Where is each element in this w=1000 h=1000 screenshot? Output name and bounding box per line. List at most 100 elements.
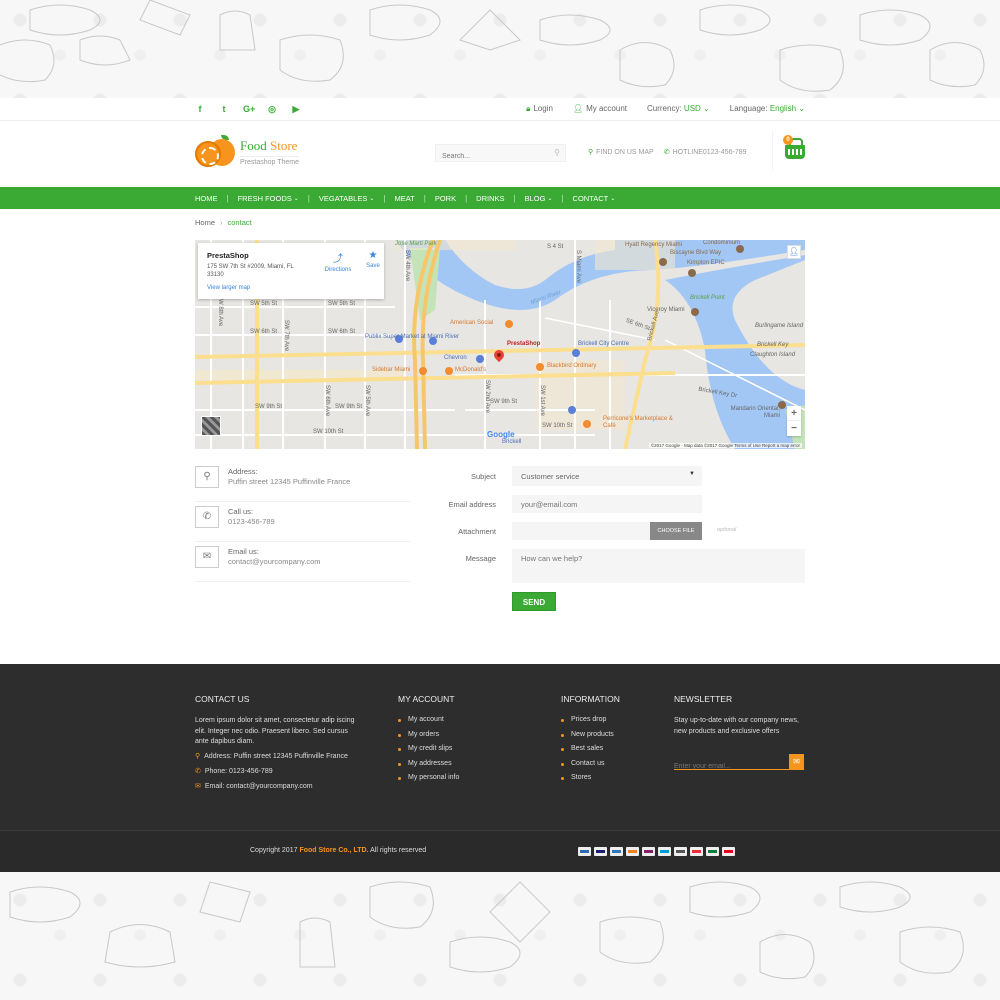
my-account-link[interactable]: 👤︎ My account (573, 104, 627, 114)
subject-select[interactable]: Customer service ▼ (512, 466, 702, 486)
maestro-icon (658, 847, 671, 856)
street-view-pegman-icon[interactable]: 👤︎ (787, 245, 801, 259)
nav-item-pork[interactable]: | PORK (415, 194, 456, 203)
mastercard-icon (722, 847, 735, 856)
attachment-label: Attachment (458, 527, 496, 536)
ebay-icon (690, 847, 703, 856)
map-label: Brickell City Centre (578, 341, 630, 347)
envelope-icon: ✉ (793, 757, 800, 766)
top-bar-right: 🔒︎ Login 👤︎ My account Currency: USD ⌄ Lan… (526, 104, 805, 114)
social-links: f t G+ ◎ ▶ (195, 104, 301, 115)
map-label: Chevron (444, 355, 467, 361)
nav-separator: | (513, 193, 516, 203)
google-map[interactable]: Jose Marti Park Hyatt Regency Miami Cond… (195, 240, 805, 449)
footer-link-my-credit-slips[interactable]: My credit slips (398, 745, 459, 752)
email-field[interactable] (512, 495, 702, 513)
map-label: Perricone's Marketplace & Café (603, 416, 673, 429)
map-label: SW 1st Ave (539, 385, 545, 416)
breadcrumb-home[interactable]: Home (195, 218, 215, 227)
map-label: Kimpton EPIC (687, 260, 725, 266)
subject-label: Subject (470, 472, 496, 481)
nav-item-home[interactable]: HOME (195, 194, 218, 203)
map-label: Burlingame Island (755, 323, 804, 329)
map-card-title: PrestaShop (207, 251, 249, 260)
contact-info: ⚲ Address: Puffin street 12345 Puffinvil… (195, 462, 410, 582)
directions-button[interactable]: ⤴ Directions (318, 250, 358, 273)
footer-link-best-sales[interactable]: Best sales (561, 745, 620, 752)
google-logo: Google (487, 430, 515, 439)
nav-item-blog[interactable]: | BLOG ⌄ (505, 194, 553, 203)
map-marker-icon: ⚲ (195, 752, 201, 760)
top-bar: f t G+ ◎ ▶ 🔒︎ Login 👤︎ My account Currency… (0, 98, 1000, 121)
footer-link-new-products[interactable]: New products (561, 731, 620, 738)
footer-link-my-orders[interactable]: My orders (398, 731, 459, 738)
copyright-brand-link[interactable]: Food Store Co., LTD. (299, 847, 368, 854)
instagram-icon[interactable]: ◎ (267, 104, 277, 115)
contact-info-value[interactable]: contact@yourcompany.com (228, 557, 321, 566)
cart-button[interactable]: 0 (772, 131, 805, 171)
footer-bottom: Copyright 2017 Food Store Co., LTD. All … (0, 830, 1000, 872)
footer-link-my-account[interactable]: My account (398, 716, 459, 723)
footer-link-my-personal-info[interactable]: My personal info (398, 774, 459, 781)
nav-item-meat[interactable]: | MEAT (374, 194, 414, 203)
map-label: Publix Super Market at Miami River (365, 334, 460, 340)
map-label: SW 8th Ave (217, 295, 223, 327)
footer-link-contact-us[interactable]: Contact us (561, 760, 620, 767)
map-card-address: 175 SW 7th St #2009, Miami, FL 33130 (207, 264, 294, 278)
twitter-icon[interactable]: t (219, 104, 229, 115)
map-label: Claughton Island (750, 352, 796, 358)
logo[interactable]: Food Store Prestashop Theme (195, 135, 300, 169)
save-button[interactable]: ★ Save (363, 250, 383, 269)
nav-item-vegatables[interactable]: | VEGATABLES ⌄ (299, 194, 375, 203)
google-plus-icon[interactable]: G+ (243, 104, 255, 115)
nav-item-fresh-foods[interactable]: | FRESH FOODS ⌄ (218, 194, 299, 203)
search-icon[interactable]: ⚲ (554, 148, 560, 157)
choose-file-button[interactable]: CHOOSE FILE (650, 522, 702, 540)
copyright: Copyright 2017 Food Store Co., LTD. All … (250, 847, 427, 854)
contact-info-value: Puffin street 12345 Puffinville France (228, 477, 351, 486)
footer: CONTACT US Lorem ipsum dolor sit amet, c… (0, 664, 1000, 830)
search-input[interactable] (436, 148, 546, 165)
star-icon: ★ (368, 250, 378, 261)
contact-info-address: ⚲ Address: Puffin street 12345 Puffinvil… (195, 462, 410, 502)
chevron-down-icon: ⌄ (798, 104, 805, 113)
map-label: McDonald's (455, 367, 487, 373)
newsletter-submit-button[interactable]: ✉ (789, 754, 804, 769)
discover-icon (626, 847, 639, 856)
nav-separator: | (226, 193, 229, 203)
nav-item-label: BLOG (524, 193, 546, 203)
nav-item-drinks[interactable]: | DRINKS (456, 194, 504, 203)
zoom-in-button[interactable]: + (787, 406, 801, 421)
youtube-icon[interactable]: ▶ (291, 104, 301, 115)
attachment-field[interactable] (512, 522, 650, 540)
footer-link-my-addresses[interactable]: My addresses (398, 760, 459, 767)
satellite-toggle[interactable] (201, 416, 221, 436)
footer-contact-text: Lorem ipsum dolor sit amet, consectetur … (195, 717, 355, 745)
map-label: SW 10th St (313, 429, 344, 435)
page-content: f t G+ ◎ ▶ 🔒︎ Login 👤︎ My account Currency… (0, 98, 1000, 664)
footer-link-prices-drop[interactable]: Prices drop (561, 716, 620, 723)
map-marker-icon: ⚲ (195, 466, 219, 488)
view-larger-map-link[interactable]: View larger map (207, 285, 250, 291)
background-pattern-top (0, 0, 1000, 98)
map-label: SW 5th Ave (364, 385, 370, 417)
footer-my-account: MY ACCOUNT My account My orders My credit … (398, 694, 459, 789)
nav-item-contact[interactable]: | CONTACT ⌄ (552, 194, 615, 203)
footer-link-stores[interactable]: Stores (561, 774, 620, 781)
send-button[interactable]: SEND (512, 592, 556, 611)
nav-item-label: FRESH FOODS (237, 193, 292, 203)
basket-icon (785, 138, 805, 159)
newsletter-email-input[interactable] (674, 759, 784, 774)
currency-selector[interactable]: Currency: USD ⌄ (647, 104, 710, 114)
message-textarea[interactable] (512, 549, 805, 583)
find-map-link[interactable]: ⚲ FIND ON US MAP (588, 148, 654, 156)
paypal-icon (578, 847, 591, 856)
map-label: SW 6th Ave (324, 385, 330, 417)
map-label: S Miami Ave (575, 250, 581, 284)
login-link[interactable]: 🔒︎ Login (526, 104, 553, 114)
facebook-icon[interactable]: f (195, 104, 205, 115)
language-selector[interactable]: Language: English ⌄ (730, 104, 805, 114)
zoom-out-button[interactable]: − (787, 421, 801, 436)
map-attribution[interactable]: ©2017 Google · Map data ©2017 Google Ter… (648, 443, 802, 448)
search-box: ⚲ (435, 144, 566, 165)
